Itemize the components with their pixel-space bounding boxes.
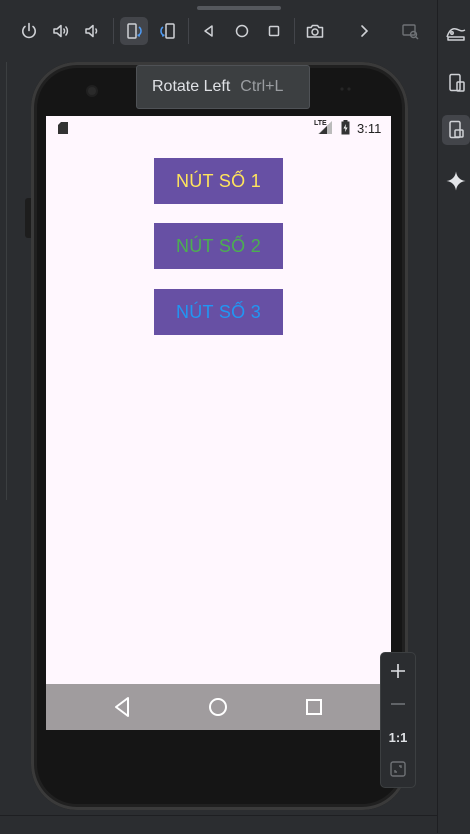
signal-icon	[318, 121, 332, 134]
button-3[interactable]: NÚT SỐ 3	[154, 289, 283, 335]
right-tool-strip	[437, 0, 470, 833]
toolbar-divider	[113, 18, 114, 44]
front-camera	[88, 87, 96, 95]
sd-card-icon	[58, 122, 68, 134]
overview-button[interactable]	[260, 17, 288, 45]
button-3-label: NÚT SỐ 3	[175, 301, 262, 322]
button-2[interactable]: NÚT SỐ 2	[154, 223, 283, 269]
running-devices-icon	[449, 73, 465, 92]
volume-down-icon	[85, 24, 98, 38]
rotate-left-icon	[127, 23, 142, 39]
screen-search-button[interactable]	[396, 17, 424, 45]
power-button[interactable]	[15, 17, 43, 45]
device-screen[interactable]: LTE 3:11 NÚT SỐ 1 NÚT SỐ 2 NÚT SỐ 3	[46, 116, 391, 730]
gemini-button[interactable]	[442, 166, 470, 196]
power-icon	[22, 22, 36, 39]
zoom-actual-size-button[interactable]: 1:1	[384, 723, 412, 751]
volume-up-icon	[53, 24, 69, 38]
zoom-controls: 1:1	[380, 652, 416, 788]
zoom-out-button[interactable]	[384, 690, 412, 718]
zoom-fit-button[interactable]	[384, 755, 412, 783]
button-2-label: NÚT SỐ 2	[175, 235, 262, 256]
nav-back-icon[interactable]	[111, 695, 135, 719]
zoom-in-button[interactable]	[384, 657, 412, 685]
button-1[interactable]: NÚT SỐ 1	[154, 158, 283, 204]
more-button[interactable]	[350, 17, 378, 45]
screenshot-button[interactable]	[301, 17, 329, 45]
tooltip-label: Rotate Left	[152, 78, 231, 95]
bottom-status-bar	[0, 815, 437, 834]
volume-up-button[interactable]	[47, 17, 75, 45]
battery-icon	[341, 120, 350, 135]
gemini-icon	[446, 171, 466, 191]
status-bar: LTE 3:11	[46, 116, 391, 140]
toolbar-divider	[294, 18, 295, 44]
chevron-right-icon	[361, 25, 369, 37]
toolbar-divider	[188, 18, 189, 44]
device-manager-icon	[446, 28, 466, 41]
back-icon	[204, 25, 213, 37]
nav-overview-icon[interactable]	[302, 695, 326, 719]
device-manager-button[interactable]	[442, 18, 470, 48]
overview-icon	[268, 25, 280, 37]
clock: 3:11	[357, 121, 382, 136]
plus-icon	[391, 664, 405, 678]
emulator-toolbar	[0, 0, 437, 62]
minus-icon	[391, 703, 405, 705]
device-mirror-button[interactable]	[442, 68, 470, 98]
nav-home-icon[interactable]	[206, 695, 230, 719]
volume-down-button[interactable]	[78, 17, 106, 45]
zoom-actual-size-label: 1:1	[388, 729, 408, 745]
rotate-right-button[interactable]	[154, 17, 182, 45]
rotate-left-tooltip: Rotate Left Ctrl+L	[136, 65, 310, 109]
rotate-left-button[interactable]	[120, 17, 148, 45]
screen-search-icon	[402, 24, 419, 40]
home-icon	[235, 24, 249, 38]
button-1-label: NÚT SỐ 1	[175, 170, 262, 191]
rotate-right-icon	[160, 23, 175, 39]
toolbar-drag-handle[interactable]	[197, 6, 281, 10]
phone-icon	[449, 120, 464, 139]
editor-edge	[0, 60, 7, 500]
back-button[interactable]	[195, 17, 223, 45]
fit-screen-icon	[390, 761, 406, 777]
android-nav-bar	[46, 684, 391, 730]
device-sensor	[340, 87, 351, 91]
running-devices-button[interactable]	[442, 115, 470, 145]
tooltip-shortcut: Ctrl+L	[240, 78, 284, 95]
camera-icon	[306, 24, 324, 38]
home-button[interactable]	[228, 17, 256, 45]
